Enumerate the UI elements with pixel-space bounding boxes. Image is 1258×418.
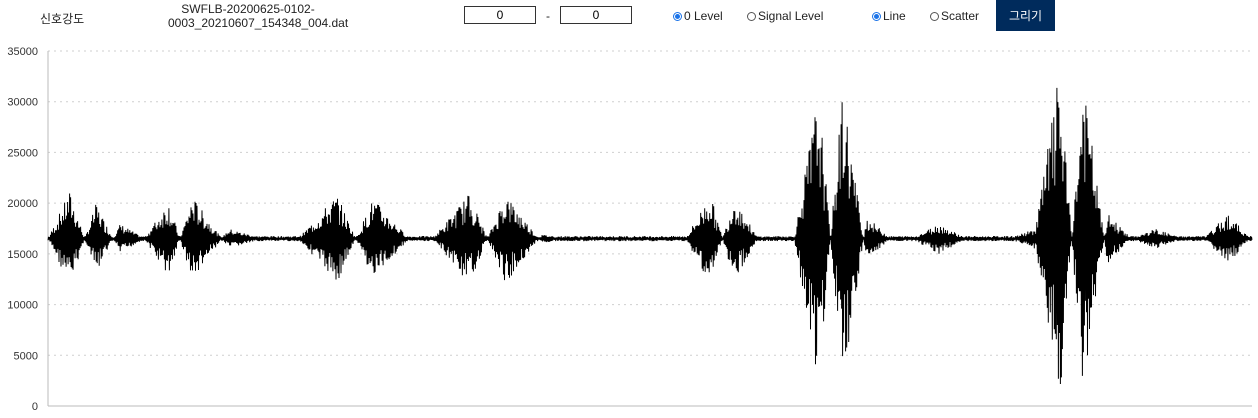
signal-series-line	[47, 87, 1253, 385]
radio-signal-level-label: Signal Level	[758, 9, 824, 23]
radio-line-dot[interactable]	[872, 11, 881, 21]
y-tick-label: 0	[32, 401, 38, 413]
range-separator: -	[546, 9, 550, 23]
y-tick-label: 25000	[7, 147, 38, 159]
y-tick-label: 15000	[7, 249, 38, 261]
y-tick-label: 5000	[14, 350, 38, 362]
signal-chart: 0 5000 10000 15000 20000 25000 30000 35000	[7, 46, 1253, 413]
radio-line-label: Line	[883, 9, 906, 23]
y-tick-label: 35000	[7, 46, 38, 58]
radio-zero-level[interactable]: 0 Level	[673, 9, 723, 23]
radio-scatter-dot[interactable]	[930, 11, 939, 21]
y-tick-label: 10000	[7, 300, 38, 312]
range-end-input[interactable]	[560, 6, 632, 24]
radio-zero-level-dot[interactable]	[673, 11, 682, 21]
y-tick-label: 30000	[7, 97, 38, 109]
draw-button[interactable]: 그리기	[996, 0, 1055, 31]
radio-zero-level-label: 0 Level	[684, 9, 723, 23]
file-name-line2: 0003_20210607_154348_004.dat	[168, 16, 349, 30]
radio-line[interactable]: Line	[872, 9, 906, 23]
page-title: 신호강도	[40, 12, 85, 26]
y-axis-ticks: 0 5000 10000 15000 20000 25000 30000 35000	[7, 46, 38, 413]
file-name-label: SWFLB-20200625-0102- 0003_20210607_15434…	[168, 2, 349, 30]
y-tick-label: 20000	[7, 198, 38, 210]
radio-scatter[interactable]: Scatter	[930, 9, 979, 23]
radio-signal-level-dot[interactable]	[747, 11, 756, 21]
radio-signal-level[interactable]: Signal Level	[747, 9, 823, 23]
toolbar: 신호강도 SWFLB-20200625-0102- 0003_20210607_…	[0, 0, 1258, 40]
chart-grid	[48, 50, 1252, 356]
radio-scatter-label: Scatter	[941, 9, 980, 23]
file-name-line1: SWFLB-20200625-0102-	[181, 2, 315, 16]
range-start-input[interactable]	[464, 6, 536, 24]
